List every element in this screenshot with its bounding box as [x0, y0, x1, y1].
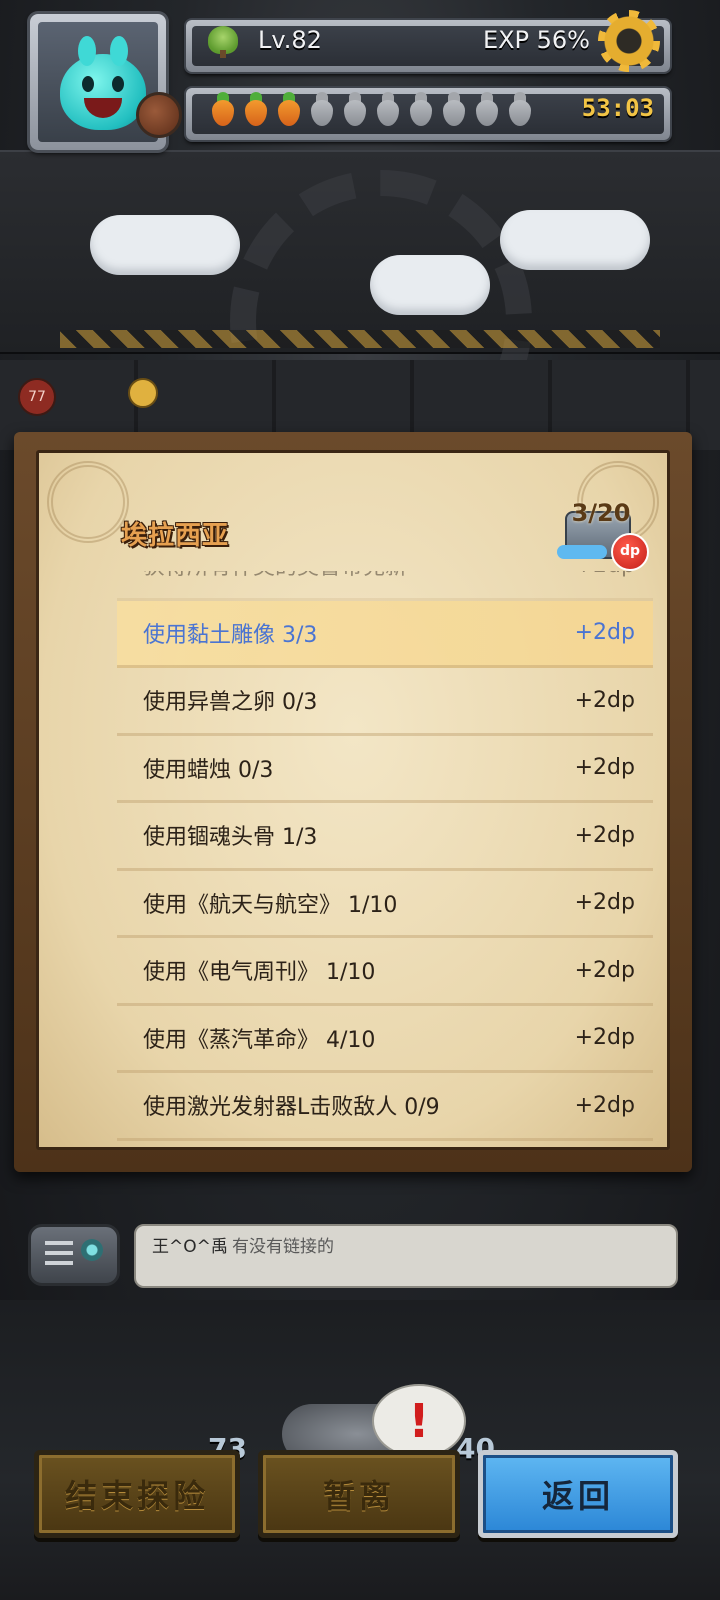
task-label: 使用《航天与航空》 1/10 [143, 892, 398, 918]
pause-button[interactable]: 暂离 [258, 1450, 460, 1538]
task-reward: +2dp [574, 620, 635, 646]
menu-lines-icon [45, 1241, 73, 1265]
stamina-timer: 53:03 [581, 94, 654, 122]
task-reward: +2dp [574, 755, 635, 781]
snow-pile [370, 255, 490, 315]
chat-eye-icon [81, 1239, 103, 1261]
task-reward: +2dp [574, 957, 635, 983]
chat-menu-button[interactable] [28, 1224, 120, 1286]
exp-label: EXP 56% [482, 26, 590, 54]
task-row[interactable]: 使用《航天与航空》 1/10 +2dp [117, 871, 653, 938]
carrot-icon [406, 92, 436, 126]
tree-icon [208, 26, 238, 58]
task-reward: +2dp [574, 1092, 635, 1118]
task-row[interactable]: 使用激光发射器L击败敌人 0/9 +2dp [117, 1073, 653, 1141]
alert-icon[interactable]: ! [372, 1384, 466, 1458]
carrot-stamina [208, 92, 535, 126]
carrot-icon [208, 92, 238, 126]
back-label: 返回 [541, 1477, 614, 1515]
task-row[interactable]: 使用《蒸汽革命》 4/10 +2dp [117, 1006, 653, 1073]
back-button[interactable]: 返回 [478, 1450, 678, 1538]
end-exploration-button[interactable]: 结束探险 [34, 1450, 240, 1538]
task-reward: +2dp [574, 687, 635, 713]
task-label: 使用异兽之卵 0/3 [143, 690, 318, 716]
task-label: 获得所有什类的类督带兑新 [143, 571, 407, 581]
task-row[interactable]: 使用蜡烛 0/3 +2dp [117, 736, 653, 803]
task-row[interactable]: 使用异兽之卵 0/3 +2dp [117, 668, 653, 736]
level-label: Lv.82 [258, 26, 322, 54]
carrot-icon [505, 92, 535, 126]
slime-character [60, 36, 146, 130]
task-row[interactable]: 使用黏土雕像 3/3 +2dp [117, 600, 653, 668]
snow-pile [500, 210, 650, 270]
pause-label: 暂离 [322, 1477, 395, 1515]
end-exploration-label: 结束探险 [64, 1477, 209, 1515]
task-row[interactable]: 使用锢魂头骨 1/3 +2dp [117, 803, 653, 871]
task-label: 使用《蒸汽革命》 4/10 [143, 1027, 376, 1053]
carrot-icon [373, 92, 403, 126]
chat-message-box[interactable]: 王^O^禹 有没有链接的 [134, 1224, 678, 1288]
achievement-panel: 埃拉西亚 dp 3/20 获得所有什类的类督带兑新 +2dp 使用黏土雕像 3/3 +… [14, 432, 692, 1172]
shield-icon [136, 92, 182, 138]
chat-text: 有没有链接的 [232, 1237, 334, 1257]
carrot-icon [307, 92, 337, 126]
task-list[interactable]: 获得所有什类的类督带兑新+2dp使用黏土雕像 3/3+2dp使用异兽之卵 0/3… [117, 571, 653, 1141]
task-reward: +2dp [574, 890, 635, 916]
task-label: 使用《电气周刊》 1/10 [143, 960, 376, 986]
stamina-bar: 53:03 [186, 88, 670, 140]
task-reward: +2dp [575, 571, 635, 578]
progress-count: 3/20 [571, 499, 631, 527]
carrot-icon [274, 92, 304, 126]
corner-ornament [47, 461, 129, 543]
task-label: 使用激光发射器L击败敌人 0/9 [143, 1095, 440, 1121]
task-reward: +2dp [574, 822, 635, 848]
carrot-icon [340, 92, 370, 126]
task-row[interactable]: 使用《电气周刊》 1/10 +2dp [117, 938, 653, 1006]
level-bar: Lv.82 EXP 56% [186, 20, 670, 72]
carrot-icon [439, 92, 469, 126]
task-label: 使用锢魂头骨 1/3 [143, 825, 318, 851]
task-label: 使用蜡烛 0/3 [143, 757, 274, 783]
hazard-stripe [60, 330, 660, 348]
parchment: 埃拉西亚 dp 3/20 获得所有什类的类督带兑新 +2dp 使用黏土雕像 3/3 +… [36, 450, 670, 1150]
task-row[interactable]: 获得所有什类的类督带兑新 +2dp [117, 571, 653, 601]
chat-sender: 王^O^禹 [152, 1237, 228, 1257]
panel-title: 埃拉西亚 [121, 521, 230, 551]
sword-icon [128, 378, 158, 408]
snow-pile [90, 215, 240, 275]
settings-gear-icon[interactable] [598, 10, 660, 72]
unit-level-badge: 77 [18, 378, 56, 416]
task-reward: +2dp [574, 1025, 635, 1051]
carrot-icon [472, 92, 502, 126]
dp-badge: dp [611, 533, 649, 571]
carrot-icon [241, 92, 271, 126]
task-label: 使用黏土雕像 3/3 [143, 622, 318, 648]
